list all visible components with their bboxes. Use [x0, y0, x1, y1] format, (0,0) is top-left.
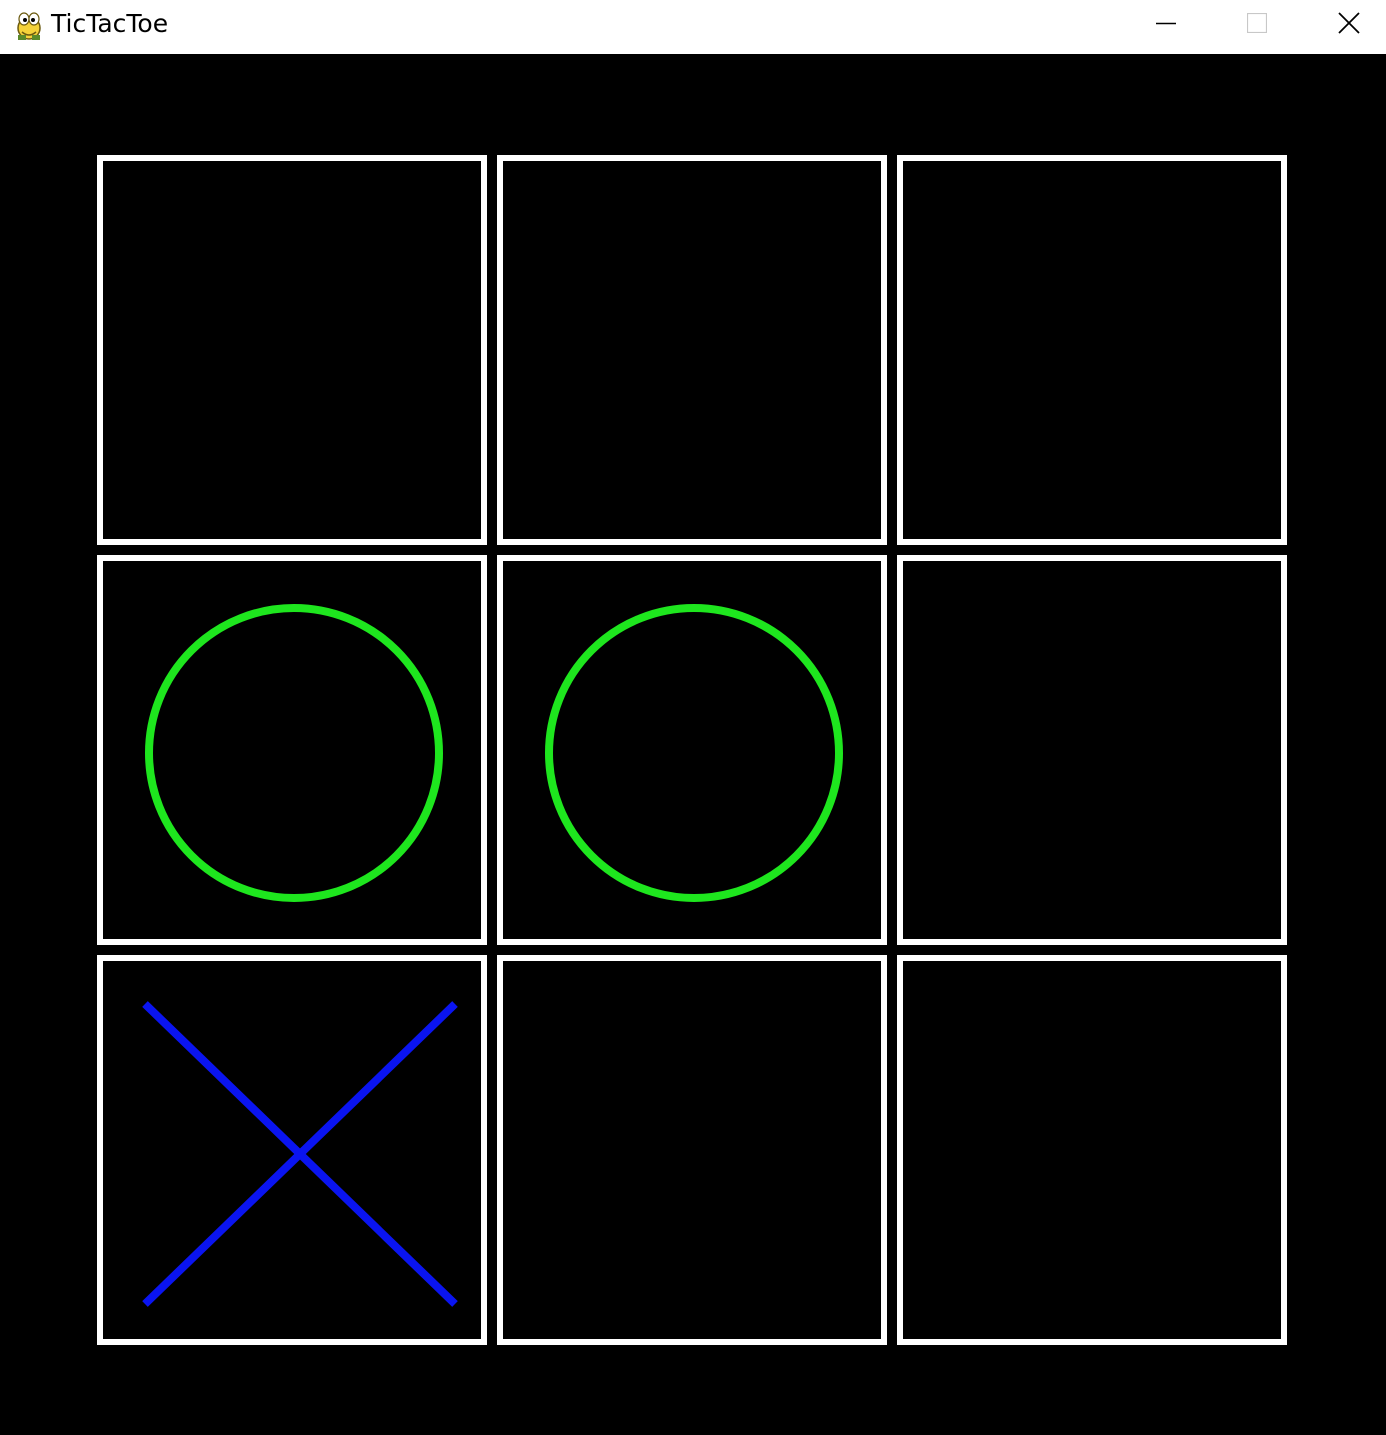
game-board [0, 54, 1386, 1435]
board-cell-r3-c2[interactable] [497, 955, 887, 1345]
pygame-snake-icon [17, 12, 41, 40]
maximize-icon [1247, 13, 1267, 33]
window-title: TicTacToe [51, 9, 169, 38]
board-cell-r3-c1[interactable] [97, 955, 487, 1345]
minimize-button[interactable] [1120, 0, 1212, 46]
board-cell-r2-c1[interactable] [97, 555, 487, 945]
minimize-icon [1156, 22, 1176, 25]
title-bar[interactable]: TicTacToe [0, 0, 1386, 54]
o-mark [145, 604, 443, 902]
game-window: TicTacToe [0, 0, 1386, 1435]
maximize-button[interactable] [1211, 0, 1303, 46]
board-cell-r2-c3[interactable] [897, 555, 1287, 945]
board-cell-r1-c3[interactable] [897, 155, 1287, 545]
o-mark [545, 604, 843, 902]
board-cell-r3-c3[interactable] [897, 955, 1287, 1345]
x-mark [142, 1001, 458, 1307]
close-button[interactable] [1303, 0, 1386, 46]
board-cell-r1-c2[interactable] [497, 155, 887, 545]
close-icon [1338, 12, 1360, 34]
board-cell-r1-c1[interactable] [97, 155, 487, 545]
board-cell-r2-c2[interactable] [497, 555, 887, 945]
